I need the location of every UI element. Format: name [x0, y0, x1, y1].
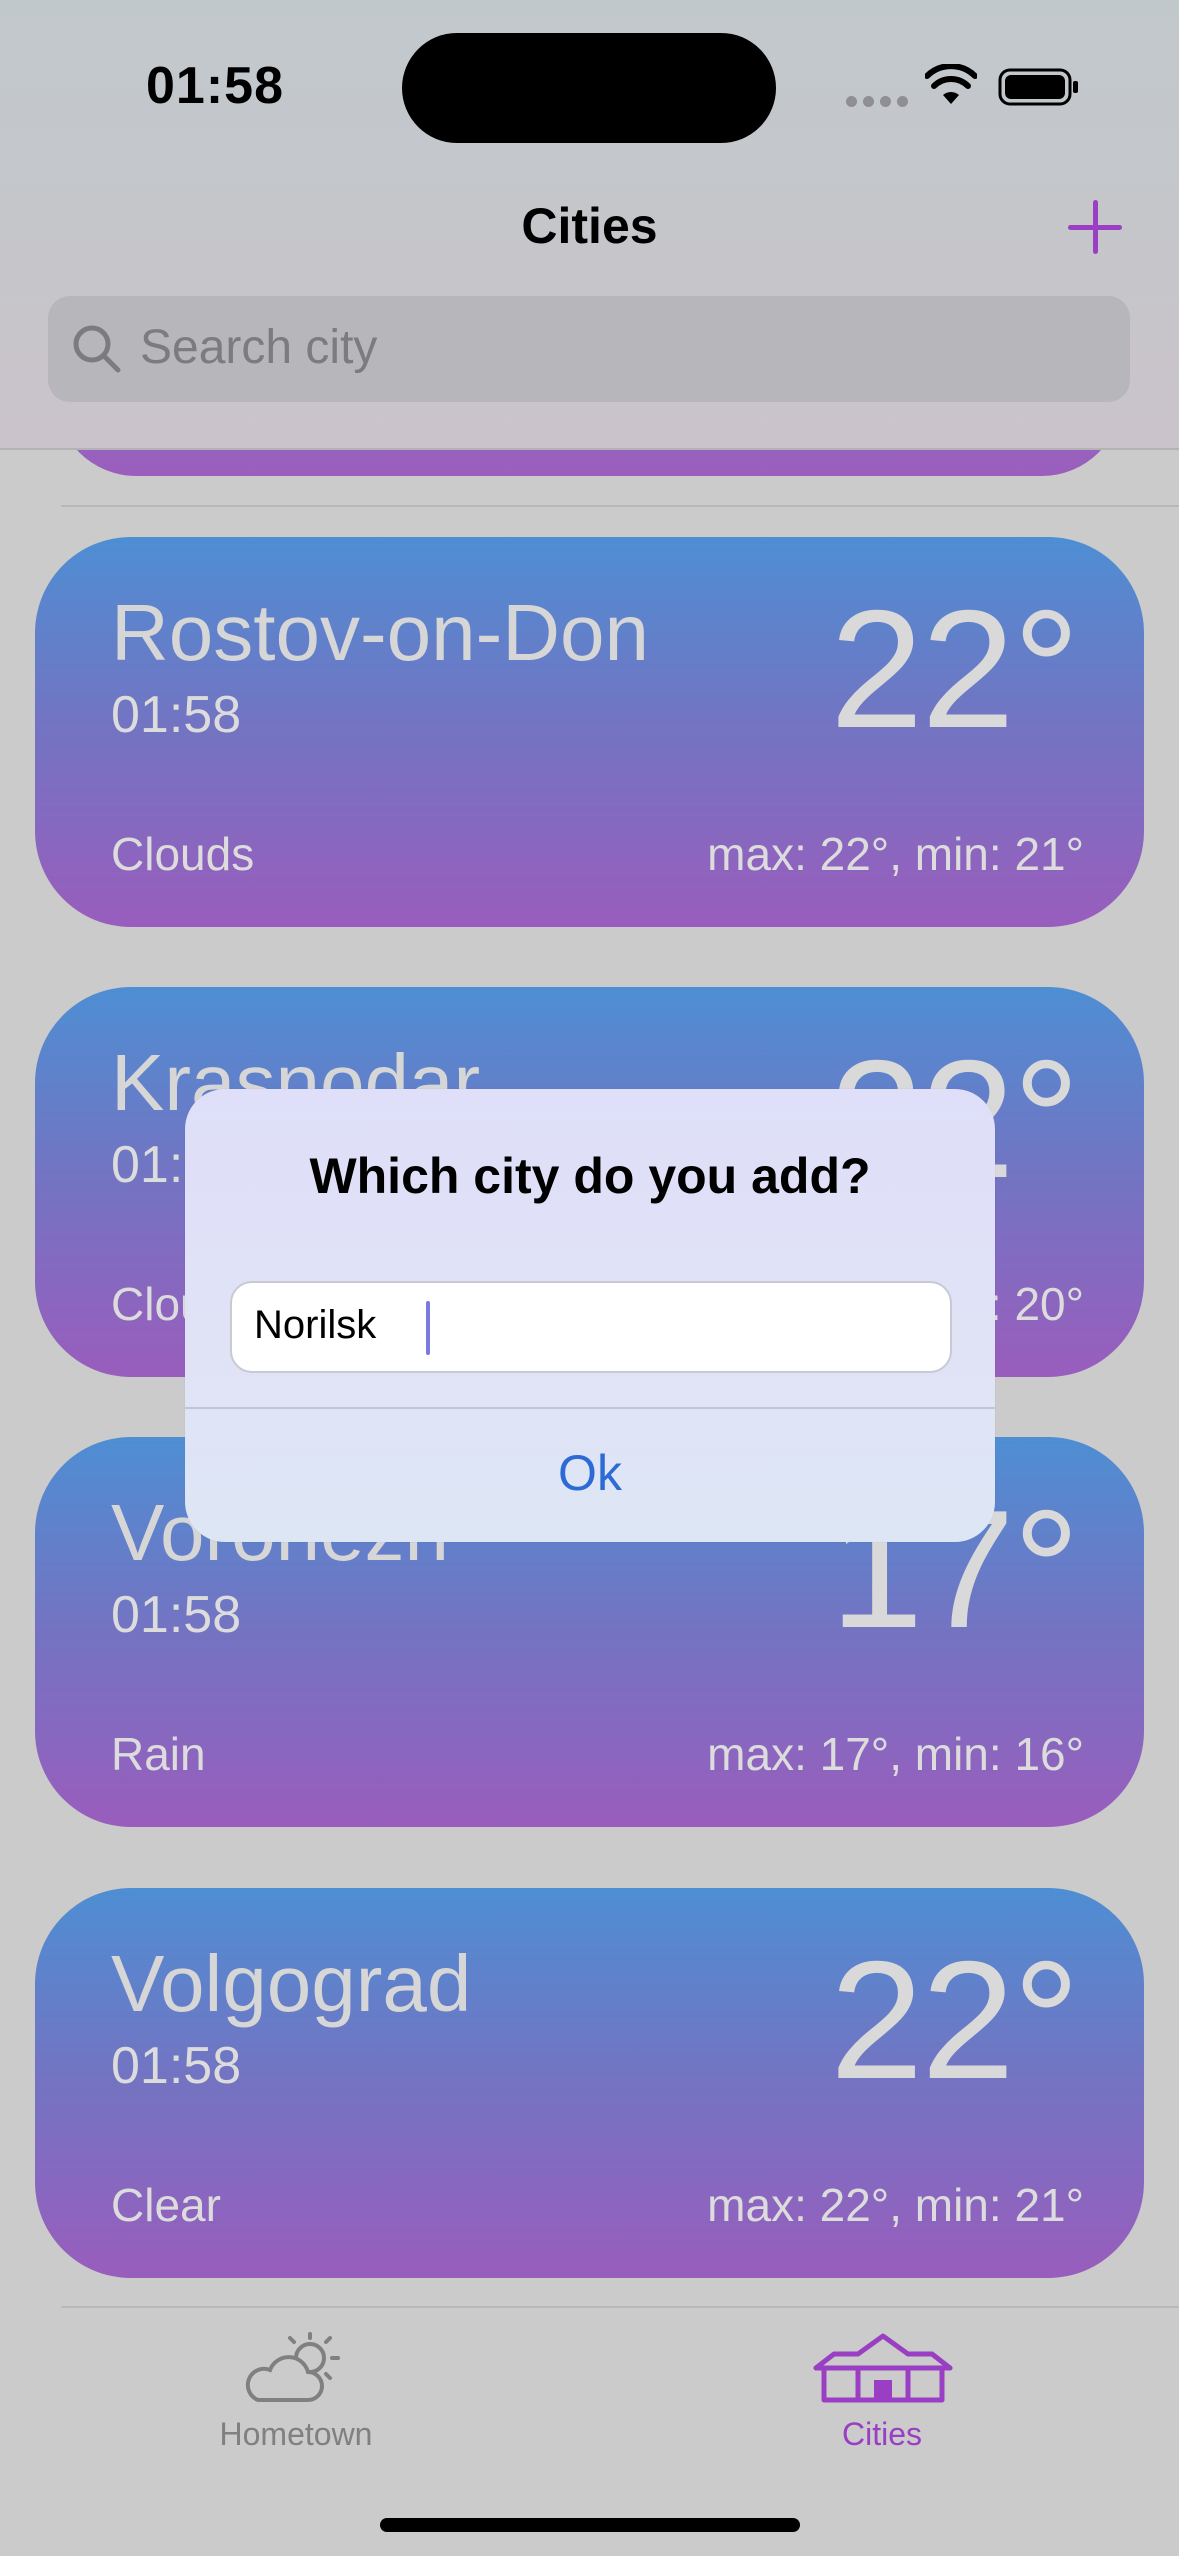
- status-time: 01:58: [146, 57, 284, 115]
- houses-icon[interactable]: [812, 2332, 954, 2404]
- alert-title: Which city do you add?: [309, 1148, 871, 1204]
- city-condition: Clouds: [111, 828, 255, 880]
- city-temp-range: max: 22°, min: 21°: [707, 828, 1084, 880]
- search-placeholder: Search city: [140, 321, 378, 374]
- add-city-alert: Which city do you add? Norilsk Ok: [185, 1089, 995, 1542]
- city-condition: Clear: [111, 2179, 221, 2231]
- text-caret: [426, 1301, 430, 1355]
- cellular-signal-icon: [846, 96, 908, 108]
- page-title: Cities: [521, 198, 658, 254]
- city-temp-range: max: 22°, min: 21°: [707, 2179, 1084, 2231]
- city-temperature: 22°: [829, 575, 1080, 763]
- home-indicator: [380, 2518, 800, 2532]
- city-name: Rostov-on-Don: [111, 588, 650, 677]
- magnifier-icon: [73, 325, 121, 373]
- battery-icon: [998, 68, 1078, 106]
- alert-divider: [185, 1407, 995, 1409]
- list-separator: [61, 505, 1179, 507]
- city-time: 01:58: [111, 2037, 242, 2095]
- tab-hometown[interactable]: Hometown: [166, 2416, 426, 2453]
- ok-button[interactable]: Ok: [185, 1444, 995, 1502]
- city-temperature: 22°: [829, 1926, 1080, 2114]
- tab-bar-divider: [61, 2306, 1179, 2308]
- city-card-rostov[interactable]: Rostov-on-Don 01:58 22° Clouds max: 22°,…: [35, 537, 1144, 927]
- city-name-field[interactable]: Norilsk: [230, 1281, 952, 1373]
- city-temp-range: max: 17°, min: 16°: [707, 1728, 1084, 1780]
- cloud-sun-icon[interactable]: [244, 2330, 348, 2406]
- tab-cities[interactable]: Cities: [752, 2416, 1012, 2453]
- wifi-icon: [925, 64, 977, 104]
- city-time: 01:58: [111, 1586, 242, 1644]
- top-bar: 01:58 Cities Search city: [0, 0, 1179, 450]
- city-condition: Rain: [111, 1728, 206, 1780]
- dynamic-island: [402, 33, 776, 143]
- city-name-field-value: Norilsk: [254, 1303, 377, 1347]
- city-name: Volgograd: [111, 1939, 472, 2028]
- add-city-button[interactable]: [1064, 196, 1126, 258]
- city-card-volgograd[interactable]: Volgograd 01:58 22° Clear max: 22°, min:…: [35, 1888, 1144, 2278]
- city-time: 01:58: [111, 686, 242, 744]
